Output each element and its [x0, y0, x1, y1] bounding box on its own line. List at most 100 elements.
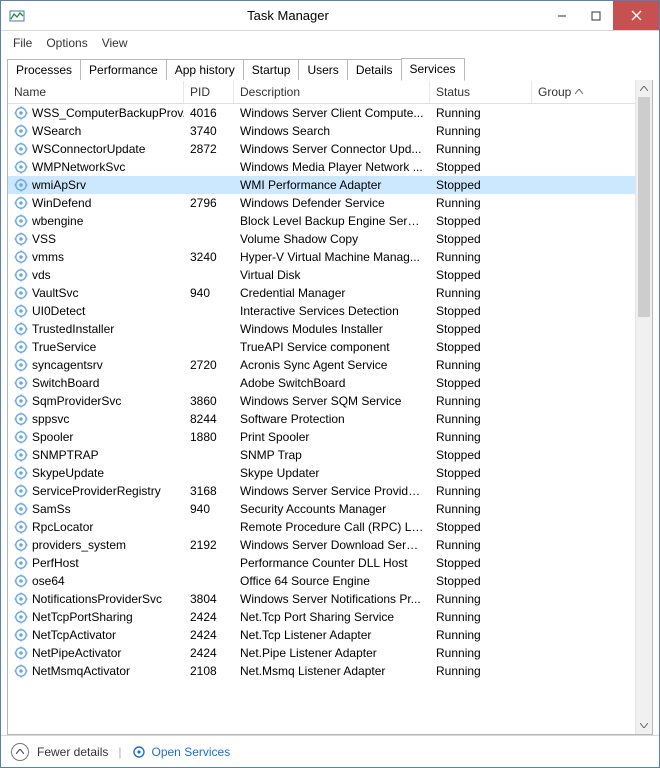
table-row[interactable]: SkypeUpdateSkype UpdaterStopped [8, 464, 635, 482]
service-name: VaultSvc [32, 286, 78, 300]
service-icon [14, 412, 28, 426]
table-row[interactable]: wbengineBlock Level Backup Engine Servic… [8, 212, 635, 230]
table-row[interactable]: sppsvc8244Software ProtectionRunning [8, 410, 635, 428]
table-row[interactable]: WSS_ComputerBackupProv...4016Windows Ser… [8, 104, 635, 122]
service-status: Running [430, 537, 532, 553]
table-row[interactable]: SwitchBoardAdobe SwitchBoardStopped [8, 374, 635, 392]
service-status: Stopped [430, 519, 532, 535]
service-description: Acronis Sync Agent Service [234, 357, 430, 373]
column-header-name[interactable]: Name [8, 81, 184, 103]
service-icon [14, 610, 28, 624]
minimize-button[interactable] [545, 1, 579, 30]
service-name: ose64 [32, 574, 65, 588]
service-icon [14, 538, 28, 552]
table-row[interactable]: vmms3240Hyper-V Virtual Machine Manag...… [8, 248, 635, 266]
service-pid: 2192 [184, 537, 234, 553]
chevron-up-icon [11, 743, 29, 761]
service-status: Running [430, 285, 532, 301]
service-icon [14, 124, 28, 138]
service-description: Windows Modules Installer [234, 321, 430, 337]
service-status: Stopped [430, 555, 532, 571]
table-row[interactable]: NetTcpActivator2424Net.Tcp Listener Adap… [8, 626, 635, 644]
table-row[interactable]: VaultSvc940Credential ManagerRunning [8, 284, 635, 302]
table-row[interactable]: Spooler1880Print SpoolerRunning [8, 428, 635, 446]
table-row[interactable]: providers_system2192Windows Server Downl… [8, 536, 635, 554]
service-pid [184, 454, 234, 456]
tab-users[interactable]: Users [298, 59, 347, 81]
table-row[interactable]: WMPNetworkSvcWindows Media Player Networ… [8, 158, 635, 176]
tab-performance[interactable]: Performance [80, 59, 167, 81]
open-services-link[interactable]: Open Services [132, 745, 231, 759]
service-name: RpcLocator [32, 520, 93, 534]
table-row[interactable]: ServiceProviderRegistry3168Windows Serve… [8, 482, 635, 500]
table-row[interactable]: WSConnectorUpdate2872Windows Server Conn… [8, 140, 635, 158]
table-row[interactable]: wmiApSrvWMI Performance AdapterStopped [8, 176, 635, 194]
table-row[interactable]: vdsVirtual DiskStopped [8, 266, 635, 284]
table-row[interactable]: NetPipeActivator2424Net.Pipe Listener Ad… [8, 644, 635, 662]
table-row[interactable]: VSSVolume Shadow CopyStopped [8, 230, 635, 248]
tab-processes[interactable]: Processes [7, 59, 81, 81]
service-pid: 2424 [184, 627, 234, 643]
service-description: Windows Server Service Provider... [234, 483, 430, 499]
tab-services[interactable]: Services [401, 58, 465, 81]
table-row[interactable]: TrustedInstallerWindows Modules Installe… [8, 320, 635, 338]
service-pid [184, 238, 234, 240]
service-description: Software Protection [234, 411, 430, 427]
service-group [532, 346, 592, 348]
tab-details[interactable]: Details [347, 59, 402, 81]
close-button[interactable] [613, 1, 659, 30]
table-row[interactable]: WSearch3740Windows SearchRunning [8, 122, 635, 140]
service-name: NetTcpPortSharing [32, 610, 133, 624]
table-row[interactable]: SqmProviderSvc3860Windows Server SQM Ser… [8, 392, 635, 410]
table-row[interactable]: RpcLocatorRemote Procedure Call (RPC) Lo… [8, 518, 635, 536]
column-header-description[interactable]: Description [234, 81, 430, 103]
service-pid [184, 274, 234, 276]
menu-file[interactable]: File [7, 34, 38, 52]
service-name: wbengine [32, 214, 83, 228]
maximize-button[interactable] [579, 1, 613, 30]
service-status: Stopped [430, 447, 532, 463]
vertical-scrollbar[interactable] [635, 80, 652, 734]
service-name: vds [32, 268, 51, 282]
tab-app-history[interactable]: App history [166, 59, 244, 81]
table-row[interactable]: NetMsmqActivator2108Net.Msmq Listener Ad… [8, 662, 635, 680]
menu-view[interactable]: View [96, 34, 134, 52]
service-status: Running [430, 609, 532, 625]
scroll-up-button[interactable] [636, 80, 652, 97]
footer: Fewer details | Open Services [1, 735, 659, 767]
service-description: Windows Server Download Service [234, 537, 430, 553]
menu-options[interactable]: Options [40, 34, 93, 52]
service-icon [14, 250, 28, 264]
table-row[interactable]: syncagentsrv2720Acronis Sync Agent Servi… [8, 356, 635, 374]
service-status: Stopped [430, 321, 532, 337]
service-status: Running [430, 663, 532, 679]
service-group [532, 400, 592, 402]
tab-startup[interactable]: Startup [243, 59, 300, 81]
service-description: WMI Performance Adapter [234, 177, 430, 193]
column-header-status[interactable]: Status [430, 81, 532, 103]
column-header-pid[interactable]: PID [184, 81, 234, 103]
fewer-details-button[interactable]: Fewer details [11, 743, 108, 761]
column-header-group[interactable]: Group [532, 81, 592, 103]
table-row[interactable]: NotificationsProviderSvc3804Windows Serv… [8, 590, 635, 608]
service-icon [14, 556, 28, 570]
table-row[interactable]: SamSs940Security Accounts ManagerRunning [8, 500, 635, 518]
table-row[interactable]: SNMPTRAPSNMP TrapStopped [8, 446, 635, 464]
service-group [532, 274, 592, 276]
service-status: Stopped [430, 339, 532, 355]
table-row[interactable]: PerfHostPerformance Counter DLL HostStop… [8, 554, 635, 572]
service-name: wmiApSrv [32, 178, 86, 192]
scroll-down-button[interactable] [636, 717, 652, 734]
service-pid: 2424 [184, 609, 234, 625]
table-header: Name PID Description Status Group [8, 80, 635, 104]
table-row[interactable]: ose64Office 64 Source EngineStopped [8, 572, 635, 590]
table-row[interactable]: UI0DetectInteractive Services DetectionS… [8, 302, 635, 320]
table-row[interactable]: NetTcpPortSharing2424Net.Tcp Port Sharin… [8, 608, 635, 626]
service-description: Performance Counter DLL Host [234, 555, 430, 571]
table-row[interactable]: TrueServiceTrueAPI Service componentStop… [8, 338, 635, 356]
scrollbar-thumb[interactable] [638, 97, 650, 317]
service-status: Running [430, 393, 532, 409]
table-row[interactable]: WinDefend2796Windows Defender ServiceRun… [8, 194, 635, 212]
service-group [532, 364, 592, 366]
service-description: Hyper-V Virtual Machine Manag... [234, 249, 430, 265]
